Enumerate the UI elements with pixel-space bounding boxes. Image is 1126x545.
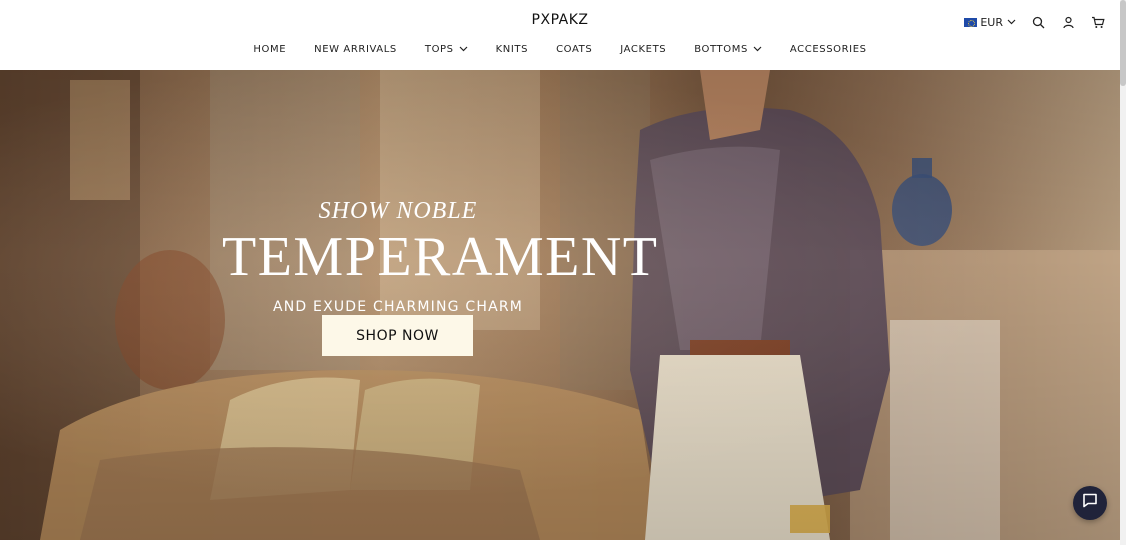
header-tools: EUR	[964, 14, 1106, 30]
nav-item-label: ACCESSORIES	[789, 44, 867, 55]
site-header: PXPAKZ EUR HOME NEW ARRIVALS TOPS KNITS …	[0, 0, 1120, 70]
search-icon[interactable]	[1030, 14, 1046, 30]
chevron-down-icon	[1006, 17, 1016, 27]
shop-now-button[interactable]: SHOP NOW	[322, 315, 473, 356]
nav-item-new-arrivals[interactable]: NEW ARRIVALS	[300, 44, 411, 55]
nav-item-label: NEW ARRIVALS	[314, 44, 397, 55]
nav-item-home[interactable]: HOME	[239, 44, 300, 55]
hero-kicker: SHOW NOBLE	[318, 198, 478, 224]
scrollbar-thumb[interactable]	[1120, 0, 1126, 86]
hero-banner: SHOW NOBLE TEMPERAMENT AND EXUDE CHARMIN…	[0, 70, 1120, 540]
hero-headline: TEMPERAMENT	[222, 226, 659, 288]
nav-item-label: BOTTOMS	[694, 44, 748, 55]
nav-item-accessories[interactable]: ACCESSORIES	[776, 44, 881, 55]
main-nav: HOME NEW ARRIVALS TOPS KNITS COATS JACKE…	[0, 44, 1120, 55]
site-logo: PXPAKZ	[0, 12, 1120, 28]
nav-item-tops[interactable]: TOPS	[411, 44, 482, 55]
hero-subheadline: AND EXUDE CHARMING CHARM	[272, 299, 524, 315]
currency-label: EUR	[980, 15, 1003, 29]
nav-item-label: KNITS	[495, 44, 529, 55]
nav-item-label: TOPS	[424, 44, 454, 55]
currency-selector[interactable]: EUR	[964, 16, 1016, 29]
chevron-down-icon	[459, 44, 468, 55]
nav-item-jackets[interactable]: JACKETS	[606, 44, 680, 55]
nav-item-label: COATS	[556, 44, 593, 55]
nav-item-knits[interactable]: KNITS	[482, 44, 542, 55]
hero-text-block: SHOW NOBLE TEMPERAMENT AND EXUDE CHARMIN…	[222, 198, 659, 315]
user-icon[interactable]	[1060, 14, 1076, 30]
logo-text[interactable]: PXPAKZ	[532, 12, 589, 28]
cart-icon[interactable]	[1090, 14, 1106, 30]
nav-item-coats[interactable]: COATS	[542, 44, 606, 55]
nav-item-label: HOME	[253, 44, 287, 55]
chevron-down-icon	[753, 44, 762, 55]
chat-button[interactable]	[1073, 486, 1107, 520]
eu-flag-icon	[964, 17, 978, 27]
nav-item-label: JACKETS	[620, 44, 667, 55]
page-scrollbar[interactable]	[1120, 0, 1126, 545]
nav-item-bottoms[interactable]: BOTTOMS	[680, 44, 776, 55]
chat-icon	[1082, 493, 1098, 513]
